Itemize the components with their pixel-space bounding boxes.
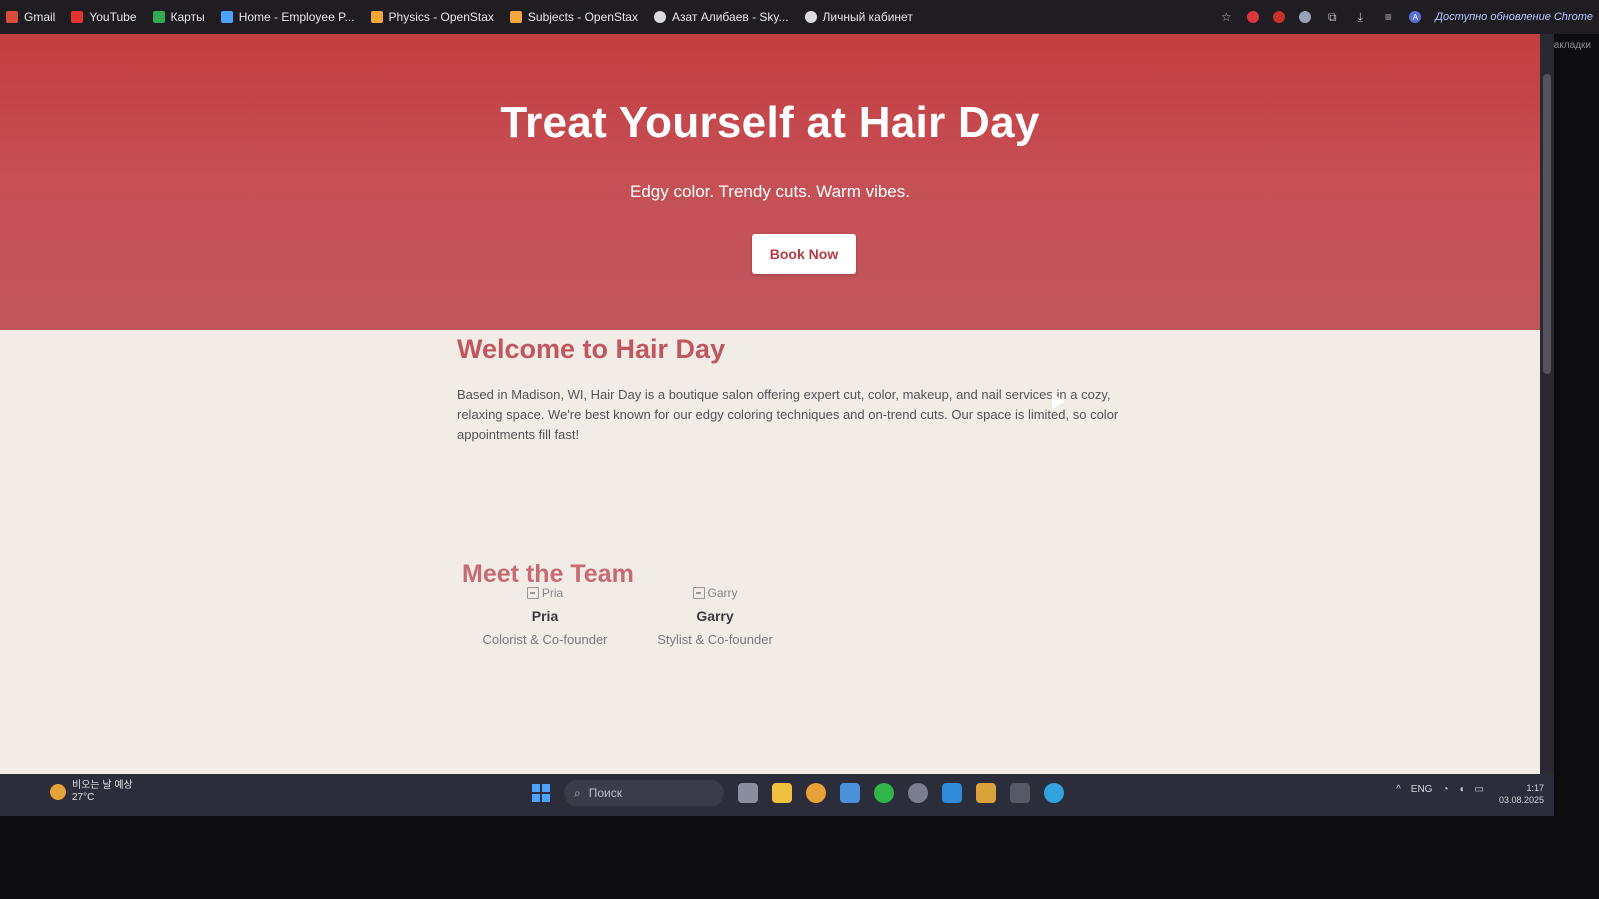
- book-now-button[interactable]: Book Now: [752, 234, 856, 274]
- gmail-icon: [6, 11, 18, 23]
- search-icon: ⌕: [574, 785, 581, 800]
- star-icon[interactable]: ☆: [1219, 10, 1233, 24]
- bookmark-personal-cabinet[interactable]: Личный кабинет: [804, 10, 913, 24]
- adblock-extension-icon[interactable]: [1247, 11, 1260, 23]
- extension-icon[interactable]: [1273, 11, 1286, 23]
- scrollbar-thumb[interactable]: [1543, 74, 1551, 374]
- vscode-icon[interactable]: [942, 783, 962, 803]
- whatsapp-icon[interactable]: [874, 783, 894, 803]
- task-view-icon[interactable]: [738, 783, 758, 803]
- store-icon[interactable]: [976, 783, 996, 803]
- wifi-icon[interactable]: ◔: [1442, 784, 1448, 795]
- maps-icon: [152, 11, 165, 23]
- member-photo-alt: Garry: [707, 586, 738, 600]
- member-role: Stylist & Co-founder: [657, 632, 773, 647]
- member-photo-alt: Pria: [541, 586, 564, 600]
- telegram-icon[interactable]: [1044, 783, 1064, 803]
- bookmarks-list: Gmail YouTube Карты Home - Employee P...…: [0, 10, 929, 24]
- team-list: Pria Pria Colorist & Co-founder Garry Ga…: [470, 586, 790, 647]
- weather-text: 비오는 날 예상 27°C: [72, 780, 133, 804]
- bookmark-label: Physics - OpenStax: [388, 10, 494, 24]
- avatar[interactable]: A: [1409, 11, 1422, 23]
- member-photo: Garry: [640, 586, 790, 600]
- taskbar-search-input[interactable]: ⌕ Поиск: [564, 780, 724, 806]
- puzzle-extensions-icon[interactable]: ⧉: [1325, 10, 1339, 24]
- settings-gear-icon[interactable]: [908, 783, 928, 803]
- chrome-icon[interactable]: [806, 783, 826, 803]
- member-photo: Pria: [470, 586, 620, 600]
- globe-icon: [653, 11, 666, 23]
- windows-taskbar: 비오는 날 예상 27°C ⌕ Поиск ^ ENG ◔ ◖ ▭ 1:17 0…: [0, 774, 1554, 816]
- taskbar-clock[interactable]: 1:17 03.08.2025: [1499, 782, 1544, 806]
- weather-temp: 27°C: [72, 792, 95, 803]
- team-member-garry: Garry Garry Stylist & Co-founder: [640, 586, 790, 647]
- bookmark-home-employee[interactable]: Home - Employee P...: [220, 10, 355, 24]
- bookmark-label: Карты: [170, 10, 205, 24]
- terminal-icon[interactable]: [1010, 783, 1030, 803]
- youtube-icon: [71, 11, 84, 23]
- bookmark-label: Subjects - OpenStax: [527, 10, 638, 24]
- microsoft-icon: [220, 11, 233, 23]
- bookmark-label: Gmail: [24, 10, 56, 24]
- bookmark-subjects-openstax[interactable]: Subjects - OpenStax: [509, 10, 638, 24]
- extension-globe-icon[interactable]: [1299, 11, 1312, 23]
- bookmark-physics-openstax[interactable]: Physics - OpenStax: [370, 10, 494, 24]
- bookmark-youtube[interactable]: YouTube: [71, 10, 137, 24]
- chrome-update-button[interactable]: Доступно обновление Chrome: [1435, 11, 1593, 23]
- hero-section: Treat Yourself at Hair Day Edgy color. T…: [0, 34, 1540, 330]
- member-name: Garry: [696, 608, 734, 624]
- weather-widget[interactable]: 비오는 날 예상 27°C: [50, 780, 133, 804]
- bookmark-label: Азат Алибаев - Sky...: [671, 10, 789, 24]
- bookmark-azat-sky[interactable]: Азат Алибаев - Sky...: [653, 10, 789, 24]
- openstax-icon: [509, 11, 522, 23]
- team-member-pria: Pria Pria Colorist & Co-founder: [470, 586, 620, 647]
- hero-title: Treat Yourself at Hair Day: [500, 98, 1040, 147]
- battery-icon[interactable]: ▭: [1475, 784, 1484, 795]
- welcome-title: Welcome to Hair Day: [457, 334, 726, 364]
- volume-icon[interactable]: ◖: [1459, 784, 1465, 795]
- bookmark-maps[interactable]: Карты: [152, 10, 205, 24]
- broken-image-icon: [526, 587, 539, 599]
- bookmark-label: Home - Employee P...: [238, 10, 355, 24]
- team-title: Meet the Team: [462, 560, 634, 588]
- openstax-icon: [370, 11, 383, 23]
- globe-icon: [804, 11, 817, 23]
- welcome-section: Welcome to Hair Day Based in Madison, WI…: [457, 334, 1137, 445]
- weather-icon: [50, 784, 66, 800]
- media-controls-icon[interactable]: ≡: [1381, 10, 1395, 24]
- file-explorer-icon[interactable]: [772, 783, 792, 803]
- bookmark-label: Личный кабинет: [822, 10, 913, 24]
- bookmark-gmail[interactable]: Gmail: [6, 10, 55, 24]
- clock-time: 1:17: [1526, 783, 1544, 793]
- windows-start-icon[interactable]: [532, 784, 550, 802]
- chevron-up-icon[interactable]: ^: [1396, 784, 1401, 795]
- member-role: Colorist & Co-founder: [482, 632, 608, 647]
- language-indicator[interactable]: ENG: [1411, 784, 1433, 795]
- web-page: Treat Yourself at Hair Day Edgy color. T…: [0, 34, 1540, 774]
- weather-forecast: 비오는 날 예상: [72, 780, 133, 791]
- bookmarks-bar: Gmail YouTube Карты Home - Employee P...…: [0, 0, 1599, 34]
- member-name: Pria: [531, 608, 559, 624]
- notepad-icon[interactable]: [840, 783, 860, 803]
- welcome-body: Based in Madison, WI, Hair Day is a bout…: [457, 387, 1119, 442]
- clock-date: 03.08.2025: [1498, 795, 1544, 805]
- hero-subtitle: Edgy color. Trendy cuts. Warm vibes.: [630, 182, 910, 201]
- system-tray: ^ ENG ◔ ◖ ▭: [1396, 784, 1484, 795]
- page-scrollbar[interactable]: [1540, 34, 1554, 774]
- monitor-screen: Gmail YouTube Карты Home - Employee P...…: [0, 0, 1599, 899]
- search-placeholder: Поиск: [588, 786, 622, 800]
- bookmark-label: YouTube: [89, 10, 137, 24]
- taskbar-apps: ⌕ Поиск: [532, 780, 1064, 806]
- download-icon[interactable]: ⤓: [1353, 10, 1367, 24]
- broken-image-icon: [692, 587, 705, 599]
- browser-toolbar-right: ☆ ⧉ ⤓ ≡ A Доступно обновление Chrome: [1219, 0, 1593, 34]
